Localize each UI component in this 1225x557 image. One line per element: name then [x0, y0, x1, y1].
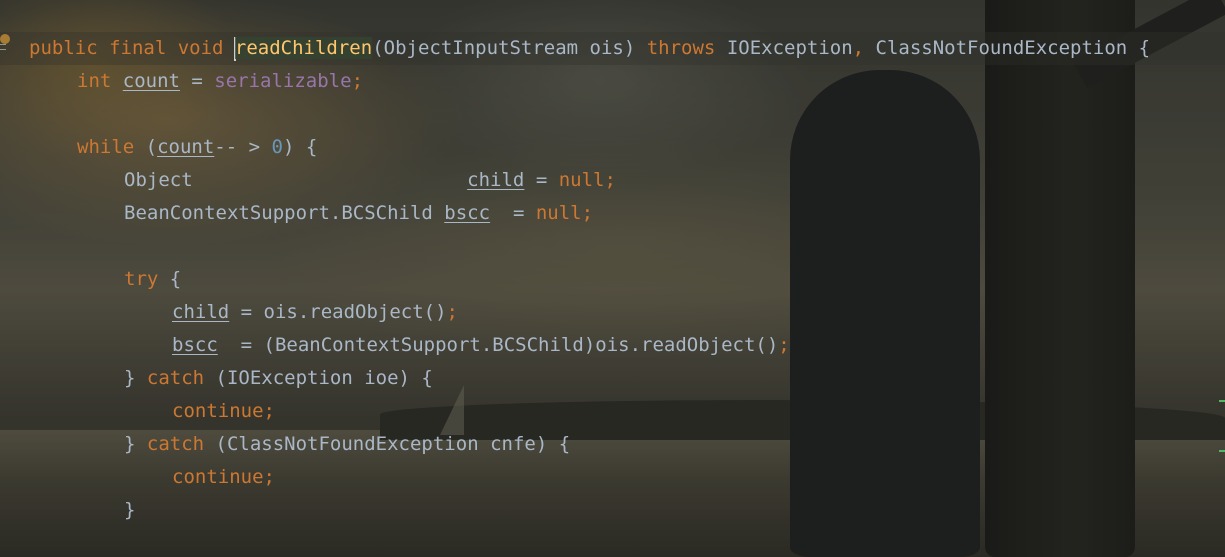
- change-marker[interactable]: [1219, 400, 1225, 402]
- semicolon: ;: [446, 301, 458, 323]
- keyword: while: [77, 136, 146, 158]
- type-name[interactable]: Object: [124, 169, 467, 191]
- code-line-10[interactable]: bscc = (BeanContextSupport.BCSChild)ois.…: [172, 329, 790, 362]
- keyword: public final void: [29, 37, 235, 59]
- parameter-list: (ObjectInputStream ois): [372, 37, 647, 59]
- code-line-2[interactable]: int count = serializable;: [77, 65, 363, 98]
- operator: =: [179, 70, 215, 92]
- brace: }: [124, 433, 147, 455]
- catch-clause: (IOException ioe) {: [204, 367, 433, 389]
- exception-type[interactable]: ClassNotFoundException {: [876, 37, 1151, 59]
- keyword: continue;: [172, 400, 275, 422]
- code-line-11[interactable]: } catch (IOException ioe) {: [124, 362, 433, 395]
- code-line-9[interactable]: child = ois.readObject();: [172, 296, 458, 329]
- code-line-13[interactable]: } catch (ClassNotFoundException cnfe) {: [124, 428, 570, 461]
- operator: =: [490, 202, 536, 224]
- local-variable[interactable]: child: [467, 169, 524, 191]
- keyword: try: [124, 268, 159, 290]
- local-variable[interactable]: child: [172, 301, 229, 323]
- brace: {: [158, 268, 182, 290]
- null-literal: null;: [558, 169, 616, 191]
- paren: (: [145, 136, 158, 158]
- operator: =: [524, 169, 559, 191]
- code-line-15[interactable]: }: [124, 494, 135, 527]
- semicolon: ;: [778, 334, 790, 356]
- code-line-4[interactable]: while (count-- > 0) {: [77, 131, 317, 164]
- keyword: catch: [146, 367, 205, 389]
- local-variable[interactable]: count: [123, 70, 180, 92]
- code-line-1[interactable]: public final void readChildren(ObjectInp…: [0, 32, 1225, 65]
- semicolon: ;: [351, 70, 364, 92]
- local-variable[interactable]: count: [157, 136, 214, 158]
- null-literal: null;: [535, 202, 594, 224]
- field-reference[interactable]: serializable: [214, 70, 351, 92]
- exception-type[interactable]: IOException: [727, 37, 853, 59]
- keyword: throws: [646, 37, 727, 59]
- keyword: int: [77, 70, 123, 92]
- method-name[interactable]: readChildren: [234, 37, 373, 59]
- code-line-14[interactable]: continue;: [172, 461, 275, 494]
- code-line-8[interactable]: try {: [124, 263, 181, 296]
- code-line-5[interactable]: Object child = null;: [124, 164, 616, 197]
- expression: = (BeanContextSupport.BCSChild)ois.readO…: [217, 334, 779, 356]
- expression: = ois.readObject(): [229, 301, 447, 323]
- code-line-6[interactable]: BeanContextSupport.BCSChild bscc = null;: [124, 197, 593, 230]
- error-stripe[interactable]: [1217, 0, 1225, 557]
- brace: }: [124, 367, 147, 389]
- code-editor[interactable]: public final void readChildren(ObjectInp…: [0, 0, 1225, 557]
- change-marker[interactable]: [1219, 450, 1225, 452]
- local-variable[interactable]: bscc: [444, 202, 490, 224]
- comma: ,: [852, 37, 876, 59]
- type-name[interactable]: BeanContextSupport.BCSChild: [124, 202, 444, 224]
- keyword: catch: [146, 433, 205, 455]
- brace: }: [124, 499, 136, 521]
- local-variable[interactable]: bscc: [172, 334, 218, 356]
- paren: ) {: [282, 136, 318, 158]
- catch-clause: (ClassNotFoundException cnfe) {: [204, 433, 571, 455]
- keyword: continue;: [172, 466, 275, 488]
- code-line-12[interactable]: continue;: [172, 395, 275, 428]
- number-literal: 0: [271, 136, 283, 158]
- operator: -- >: [214, 136, 272, 158]
